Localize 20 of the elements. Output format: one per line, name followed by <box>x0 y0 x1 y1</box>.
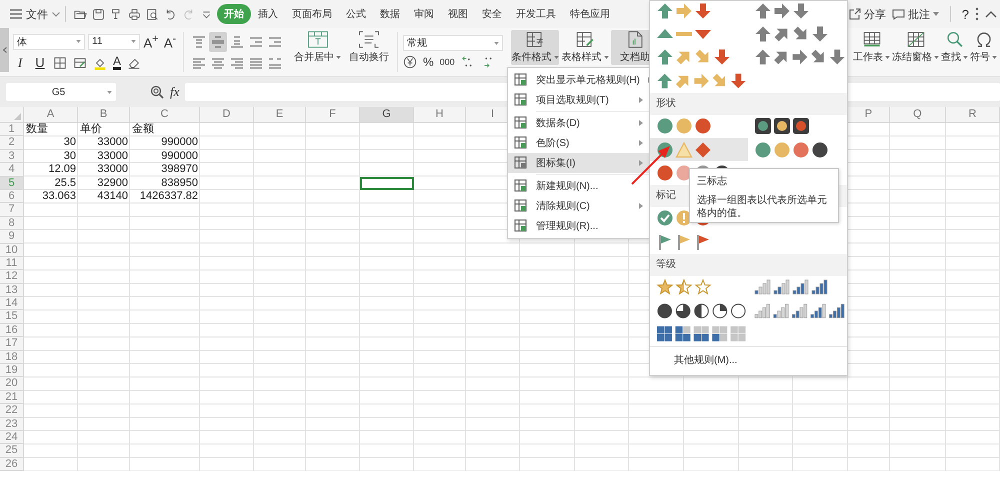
table-cell-text: 990000 <box>160 150 199 164</box>
table-cell-text: 1426337.82 <box>138 190 199 204</box>
section-title: 等级 <box>650 254 847 276</box>
table-cell-text: 30 <box>62 136 77 150</box>
table-cell-text: 32900 <box>96 176 129 190</box>
table-cell-text: 838950 <box>160 176 199 190</box>
table-cell-text: 43140 <box>96 190 129 204</box>
table-cell-text: 33000 <box>96 136 129 150</box>
table-cell-text: 金额 <box>131 123 155 136</box>
table-cell-text: 33000 <box>96 163 129 177</box>
table-cell-text: 30 <box>62 150 77 164</box>
table-cell-text: 398970 <box>160 163 199 177</box>
table-cell-text: 数量 <box>25 123 49 136</box>
section-title: 形状 <box>650 92 847 115</box>
table-cell-text: 33000 <box>96 150 129 164</box>
table-cell-text: 12.09 <box>47 163 77 177</box>
table-cell-text: 33.063 <box>41 190 77 204</box>
table-cell-text: 单价 <box>79 123 103 136</box>
table-cell-text: 990000 <box>160 136 199 150</box>
table-cell-text: 25.5 <box>54 176 77 190</box>
